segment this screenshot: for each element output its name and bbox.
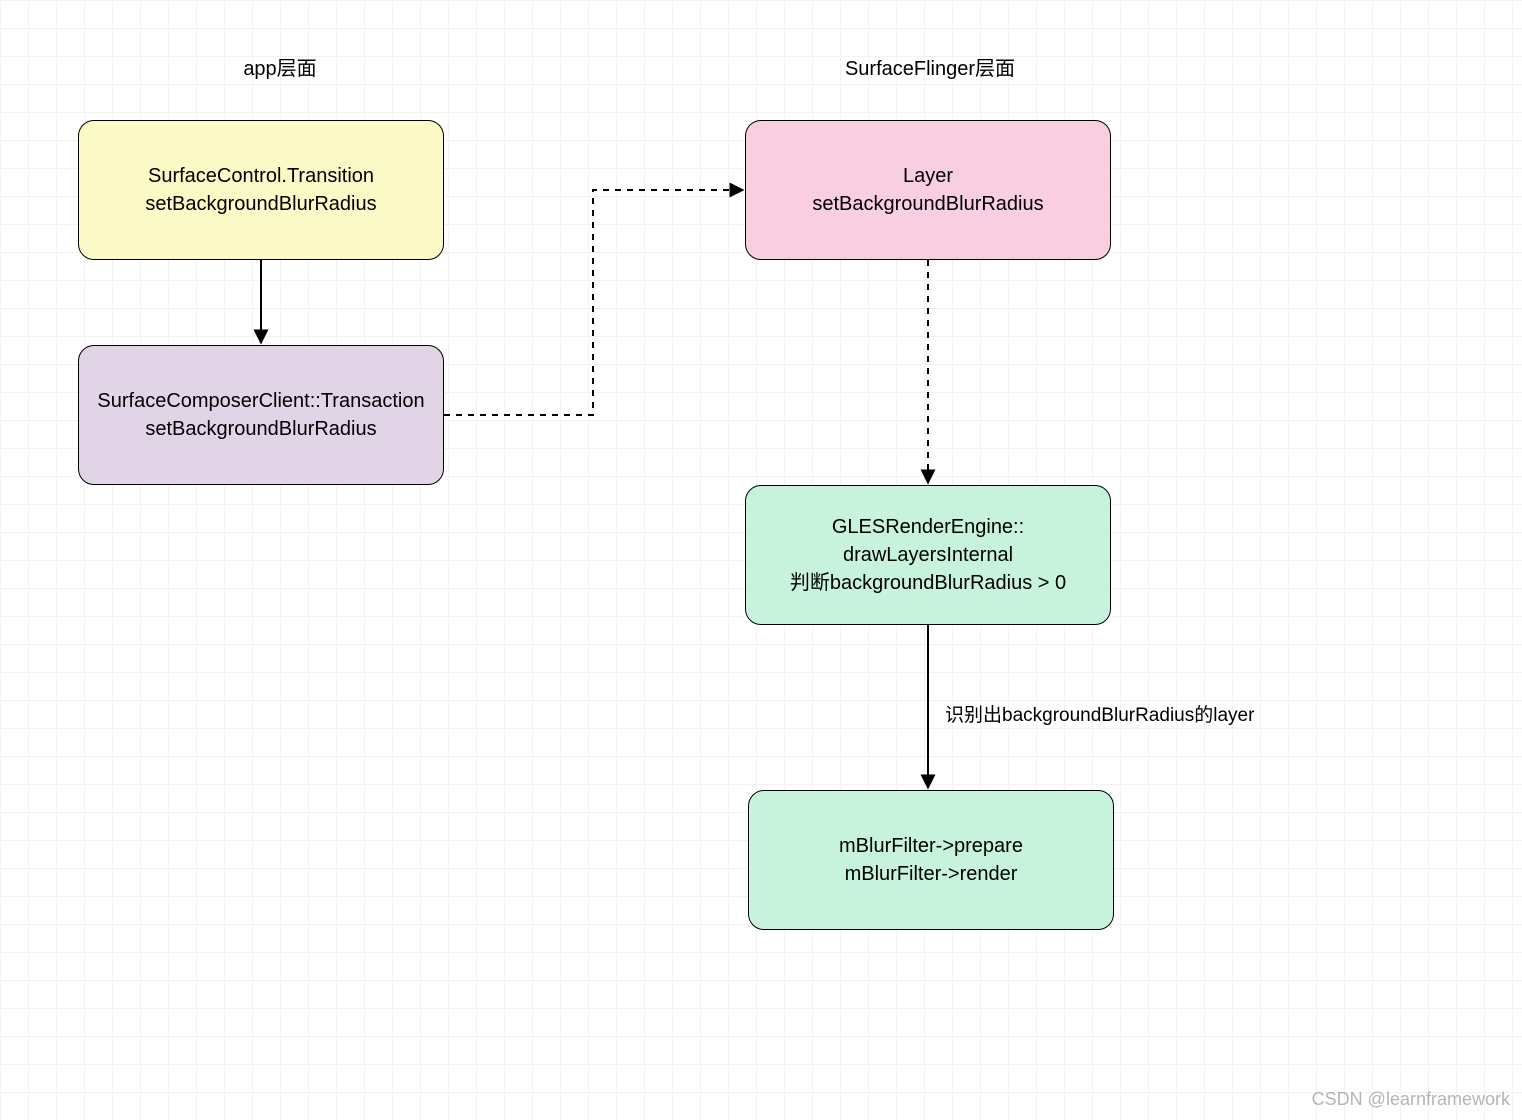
node-line: GLESRenderEngine:: <box>832 513 1024 541</box>
node-line: SurfaceControl.Transition <box>148 162 374 190</box>
node-line: setBackgroundBlurRadius <box>145 415 376 443</box>
node-line: drawLayersInternal <box>843 541 1013 569</box>
section-header-app: app层面 <box>200 52 360 81</box>
edge-label-recognize-layer: 识别出backgroundBlurRadius的layer <box>945 700 1254 727</box>
node-line: SurfaceComposerClient::Transaction <box>97 387 424 415</box>
node-layer: Layer setBackgroundBlurRadius <box>745 120 1111 260</box>
watermark: CSDN @learnframework <box>1312 1089 1510 1110</box>
node-line: setBackgroundBlurRadius <box>812 190 1043 218</box>
node-line: mBlurFilter->render <box>845 860 1018 888</box>
node-glesrenderengine: GLESRenderEngine:: drawLayersInternal 判断… <box>745 485 1111 625</box>
node-surfacecontrol-transition: SurfaceControl.Transition setBackgroundB… <box>78 120 444 260</box>
node-line: mBlurFilter->prepare <box>839 832 1023 860</box>
node-mblurfilter: mBlurFilter->prepare mBlurFilter->render <box>748 790 1114 930</box>
node-line: 判断backgroundBlurRadius > 0 <box>790 569 1066 597</box>
node-surfacecomposerclient-transaction: SurfaceComposerClient::Transaction setBa… <box>78 345 444 485</box>
node-line: Layer <box>903 162 953 190</box>
section-header-surfaceflinger: SurfaceFlinger层面 <box>800 52 1060 81</box>
node-line: setBackgroundBlurRadius <box>145 190 376 218</box>
